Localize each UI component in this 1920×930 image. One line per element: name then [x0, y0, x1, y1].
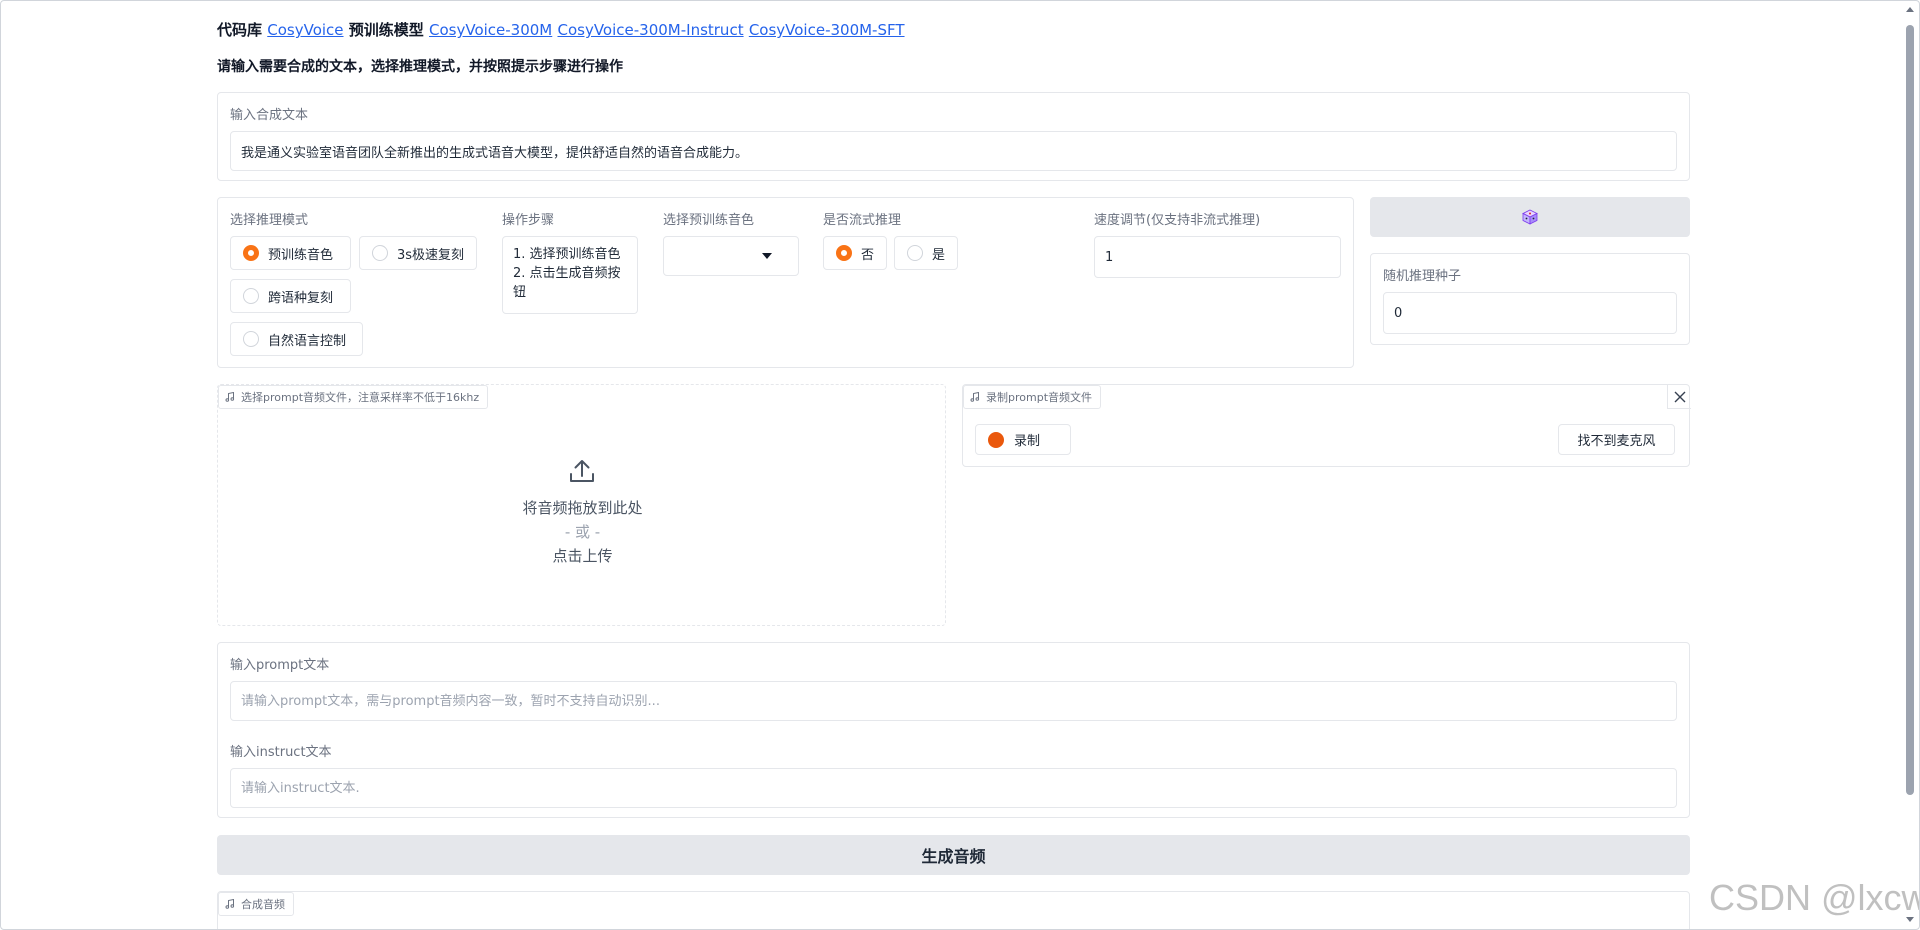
stream-option-yes[interactable]: 是	[894, 236, 958, 270]
model-link-300m[interactable]: CosyVoice-300M	[429, 21, 552, 39]
voice-dropdown[interactable]	[663, 236, 799, 276]
mode-label: 选择推理模式	[230, 213, 309, 228]
synth-text-panel: 输入合成文本	[217, 92, 1690, 181]
microphone-select[interactable]: 找不到麦克风	[1558, 424, 1675, 455]
upload-click-text: 点击上传	[552, 547, 613, 565]
speed-label: 速度调节(仅支持非流式推理)	[1094, 213, 1261, 228]
seed-input[interactable]	[1383, 292, 1677, 334]
radio-unchecked-icon	[372, 245, 388, 261]
upload-tag: 选择prompt音频文件，注意采样率不低于16khz	[218, 385, 489, 409]
generate-audio-button[interactable]: 生成音频	[217, 835, 1690, 875]
header-links: 代码库 CosyVoice 预训练模型 CosyVoice-300M CosyV…	[217, 19, 905, 40]
record-button[interactable]: 录制	[975, 424, 1071, 455]
prompt-text-label: 输入prompt文本	[230, 658, 330, 673]
upload-icon	[570, 460, 594, 482]
caret-down-icon	[762, 253, 772, 259]
synth-text-label: 输入合成文本	[230, 108, 309, 123]
step-line: 钮	[513, 285, 527, 300]
output-tag: 合成音频	[218, 892, 294, 916]
radio-unchecked-icon	[243, 288, 259, 304]
instruction-text: 请输入需要合成的文本，选择推理模式，并按照提示步骤进行操作	[217, 59, 623, 75]
voice-label: 选择预训练音色	[663, 213, 755, 228]
scrollbar-track[interactable]	[1903, 3, 1917, 927]
upload-or-text: - 或 -	[564, 523, 601, 541]
header-models-label: 预训练模型	[348, 21, 424, 39]
mode-option-instruct[interactable]: 自然语言控制	[230, 322, 363, 356]
steps-box: 1. 选择预训练音色 2. 点击生成音频按 钮	[502, 236, 638, 314]
stream-label: 是否流式推理	[823, 213, 902, 228]
mode-option-cross-lingual[interactable]: 跨语种复刻	[230, 279, 351, 313]
instruct-text-input[interactable]	[230, 768, 1677, 808]
scrollbar-thumb[interactable]	[1906, 25, 1914, 795]
options-panel: 选择推理模式 预训练音色 3s极速复刻 跨语种复刻 自然语言控制 操作步骤 1.…	[217, 197, 1354, 368]
random-seed-button[interactable]	[1370, 197, 1690, 237]
steps-label: 操作步骤	[502, 213, 555, 228]
prompt-panel: 输入prompt文本 输入instruct文本	[217, 642, 1690, 818]
radio-checked-icon	[243, 245, 259, 261]
upload-drop-text: 将音频拖放到此处	[522, 499, 643, 517]
seed-panel: 随机推理种子	[1370, 253, 1690, 345]
step-line: 2. 点击生成音频按	[513, 266, 621, 281]
instruct-text-label: 输入instruct文本	[230, 745, 332, 760]
model-link-sft[interactable]: CosyVoice-300M-SFT	[749, 21, 905, 39]
app-window: 代码库 CosyVoice 预训练模型 CosyVoice-300M CosyV…	[0, 0, 1920, 930]
seed-label: 随机推理种子	[1383, 269, 1462, 284]
music-note-icon	[970, 392, 980, 402]
scrollbar-up-arrow[interactable]	[1906, 7, 1914, 12]
stream-option-no[interactable]: 否	[823, 236, 887, 270]
synth-text-input[interactable]	[230, 131, 1677, 171]
audio-upload-dropzone[interactable]: 选择prompt音频文件，注意采样率不低于16khz 将音频拖放到此处 - 或 …	[217, 384, 946, 626]
watermark: CSDN @lxcw	[1709, 877, 1920, 918]
dice-icon	[1522, 209, 1538, 225]
record-panel: 录制prompt音频文件 录制 找不到麦克风	[962, 384, 1691, 467]
header-prefix: 代码库	[217, 21, 263, 39]
clear-button[interactable]	[1667, 385, 1691, 409]
radio-checked-icon	[836, 245, 852, 261]
prompt-text-input[interactable]	[230, 681, 1677, 721]
close-icon	[1674, 391, 1685, 402]
mode-option-pretrained[interactable]: 预训练音色	[230, 236, 351, 270]
record-tag: 录制prompt音频文件	[963, 385, 1102, 409]
radio-unchecked-icon	[243, 331, 259, 347]
model-link-instruct[interactable]: CosyVoice-300M-Instruct	[557, 21, 743, 39]
step-line: 1. 选择预训练音色	[513, 247, 621, 262]
music-note-icon	[225, 392, 235, 402]
radio-unchecked-icon	[907, 245, 923, 261]
output-audio-panel: 合成音频	[217, 891, 1690, 929]
record-dot-icon	[988, 431, 1004, 448]
repo-link[interactable]: CosyVoice	[267, 21, 343, 39]
speed-input[interactable]	[1094, 236, 1341, 278]
music-note-icon	[225, 899, 235, 909]
mode-option-3s-clone[interactable]: 3s极速复刻	[359, 236, 477, 270]
